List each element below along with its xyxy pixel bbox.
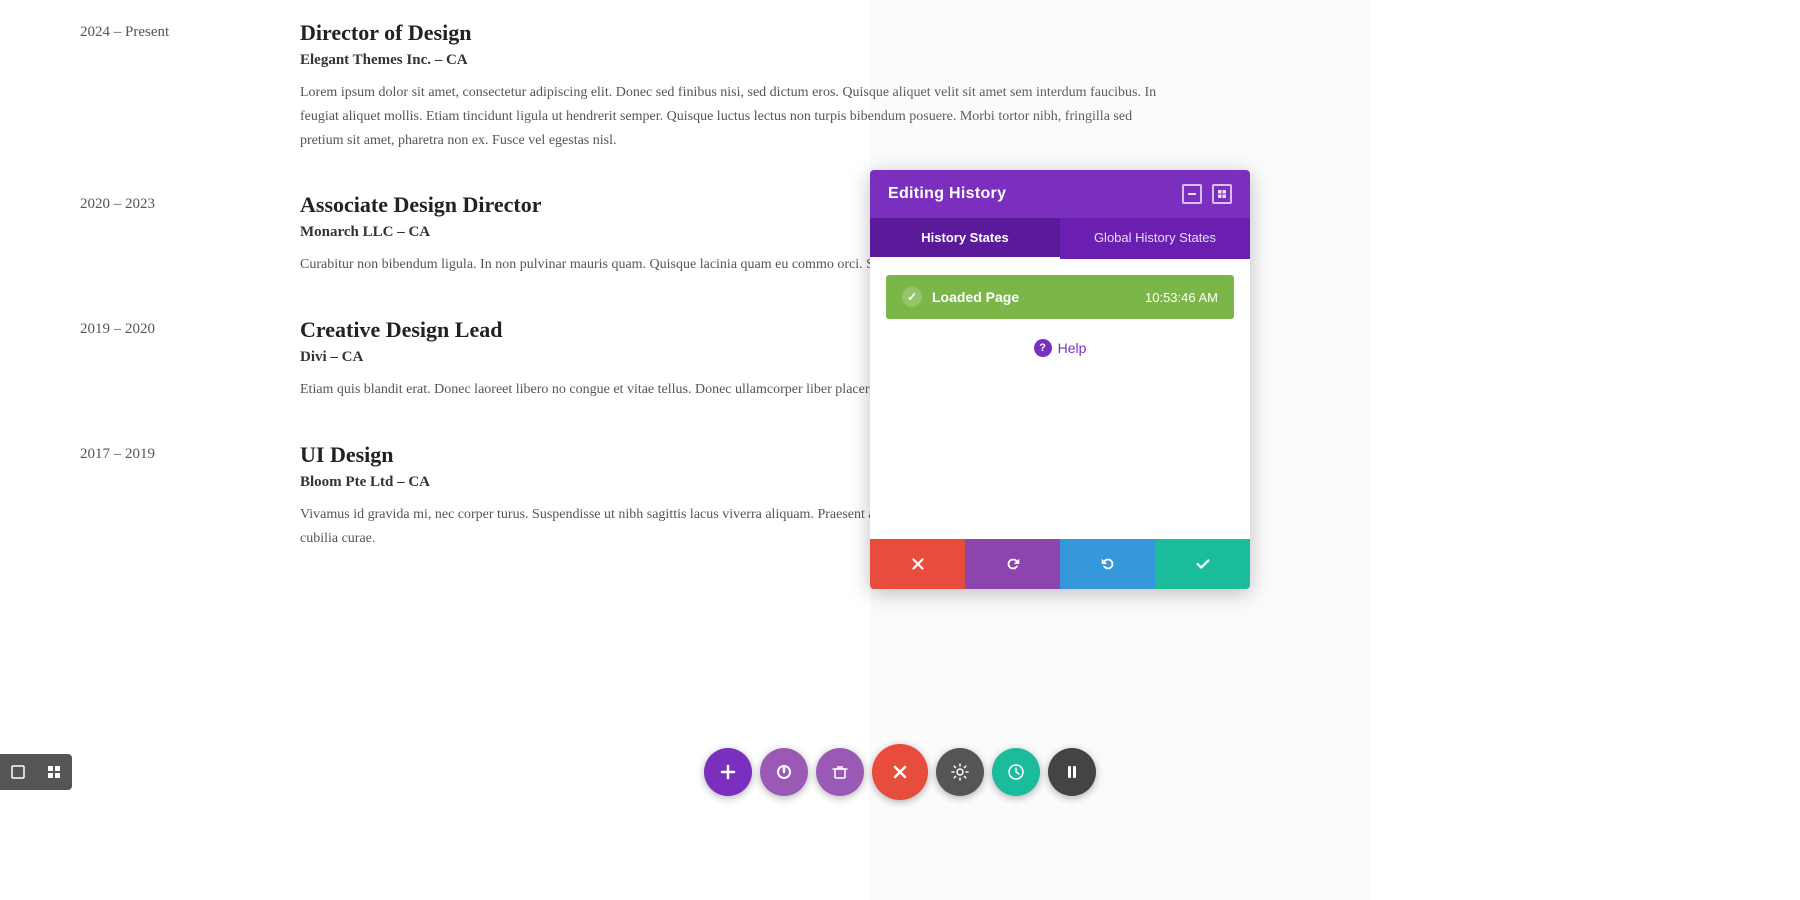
help-label: Help <box>1058 340 1087 356</box>
tab-history-states[interactable]: History States <box>870 218 1060 259</box>
left-bottom-panel <box>0 754 72 790</box>
editing-history-panel: Editing History History States Global Hi… <box>870 170 1250 589</box>
entry-title-1: Director of Design <box>300 20 1160 46</box>
panel-tabs: History States Global History States <box>870 218 1250 259</box>
year-label-1: 2024 – Present <box>80 20 300 152</box>
timeline-entry-1: 2024 – Present Director of Design Elegan… <box>80 20 1800 152</box>
history-item-time: 10:53:46 AM <box>1145 290 1218 305</box>
pause-button[interactable] <box>1048 748 1096 796</box>
save-button[interactable] <box>1155 539 1250 589</box>
panel-actions <box>870 539 1250 589</box>
history-item-label: Loaded Page <box>932 289 1019 305</box>
tab-global-history-states[interactable]: Global History States <box>1060 218 1250 259</box>
panel-title: Editing History <box>888 185 1006 203</box>
grid-icon[interactable] <box>1212 184 1232 204</box>
minimize-icon[interactable] <box>1182 184 1202 204</box>
year-label-4: 2017 – 2019 <box>80 442 300 551</box>
left-square-button[interactable] <box>0 754 36 790</box>
panel-header-icons <box>1182 184 1232 204</box>
power-button[interactable] <box>760 748 808 796</box>
entry-content-1: Director of Design Elegant Themes Inc. –… <box>300 20 1160 152</box>
cancel-button[interactable] <box>870 539 965 589</box>
redo-button[interactable] <box>1060 539 1155 589</box>
close-button[interactable] <box>872 744 928 800</box>
history-button[interactable] <box>992 748 1040 796</box>
check-icon <box>902 287 922 307</box>
undo-button[interactable] <box>965 539 1060 589</box>
left-grid-button[interactable] <box>36 754 72 790</box>
settings-button[interactable] <box>936 748 984 796</box>
help-link[interactable]: ? Help <box>886 331 1234 365</box>
entry-description-1: Lorem ipsum dolor sit amet, consectetur … <box>300 81 1160 152</box>
help-circle-icon: ? <box>1034 339 1052 357</box>
panel-body: Loaded Page 10:53:46 AM ? Help <box>870 259 1250 539</box>
add-button[interactable] <box>704 748 752 796</box>
history-item[interactable]: Loaded Page 10:53:46 AM <box>886 275 1234 319</box>
floating-toolbar <box>704 744 1096 800</box>
entry-company-1: Elegant Themes Inc. – CA <box>300 52 1160 69</box>
panel-header: Editing History <box>870 170 1250 218</box>
year-label-3: 2019 – 2020 <box>80 317 300 402</box>
year-label-2: 2020 – 2023 <box>80 192 300 277</box>
trash-button[interactable] <box>816 748 864 796</box>
history-item-left: Loaded Page <box>902 287 1019 307</box>
